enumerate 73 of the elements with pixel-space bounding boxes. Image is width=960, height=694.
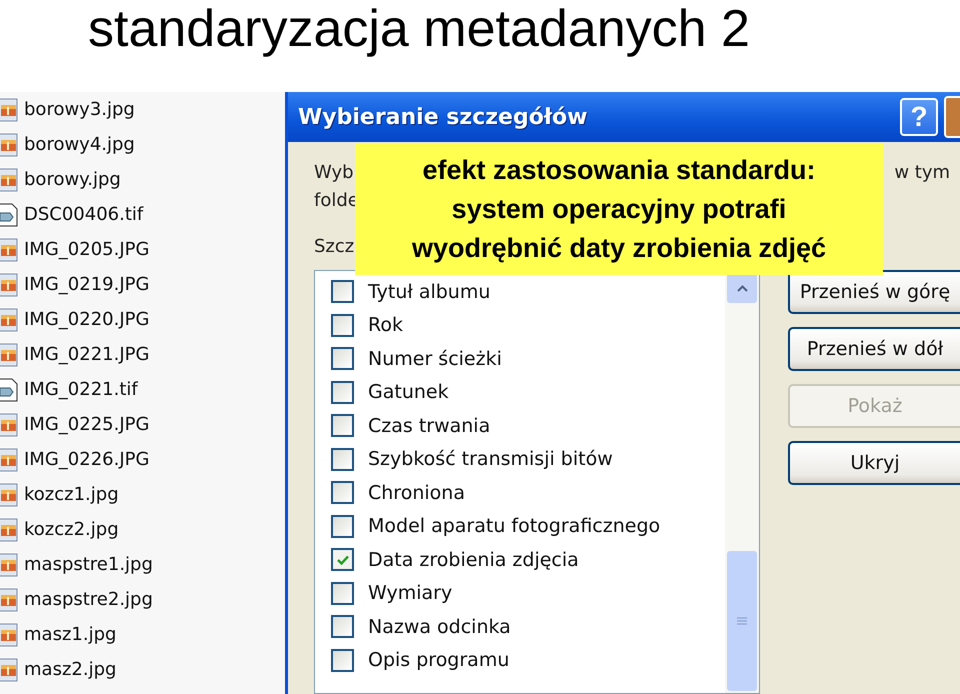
file-name[interactable]: IMG_0226.JPG bbox=[24, 449, 150, 470]
scroll-up-button[interactable] bbox=[727, 273, 757, 303]
file-name[interactable]: maspstre2.jpg bbox=[24, 589, 153, 610]
detail-label: Model aparatu fotograficznego bbox=[368, 515, 660, 538]
checkbox[interactable] bbox=[331, 615, 354, 638]
callout-text: efekt zastosowania standardu: bbox=[422, 154, 816, 186]
checkbox[interactable] bbox=[331, 582, 354, 605]
detail-label: Gatunek bbox=[368, 381, 449, 404]
picture-file-icon bbox=[0, 482, 20, 506]
checkbox[interactable] bbox=[331, 414, 354, 438]
detail-label: Wymiary bbox=[368, 582, 452, 604]
file-name[interactable]: maspstre1.jpg bbox=[24, 554, 153, 575]
picture-file-icon bbox=[0, 588, 20, 612]
detail-label: Rok bbox=[368, 314, 403, 336]
detail-label: Data zrobienia zdjęcia bbox=[368, 548, 579, 571]
checkbox[interactable] bbox=[331, 648, 354, 672]
file-name[interactable]: masz2.jpg bbox=[24, 659, 116, 680]
checkbox[interactable] bbox=[331, 548, 354, 572]
picture-file-icon bbox=[0, 448, 20, 472]
checkbox[interactable] bbox=[331, 314, 354, 337]
file-name[interactable]: kozcz1.jpg bbox=[24, 484, 119, 505]
window-title: Wybieranie szczegółów bbox=[298, 104, 588, 130]
detail-label: Chroniona bbox=[368, 482, 465, 504]
dialog-button[interactable]: Przenieś w górę bbox=[788, 270, 960, 314]
file-name[interactable]: IMG_0219.JPG bbox=[24, 274, 150, 295]
checkbox[interactable] bbox=[331, 347, 354, 370]
checkbox[interactable] bbox=[331, 380, 354, 404]
checkbox[interactable] bbox=[331, 481, 354, 504]
picture-file-icon bbox=[0, 168, 20, 192]
picture-file-icon bbox=[0, 98, 20, 122]
detail-label: Numer ścieżki bbox=[368, 348, 502, 370]
picture-file-icon bbox=[0, 272, 20, 296]
picture-file-icon bbox=[0, 342, 20, 366]
picture-file-icon bbox=[0, 658, 20, 682]
file-name[interactable]: IMG_0221.JPG bbox=[24, 344, 150, 365]
detail-label: Tytuł albumu bbox=[368, 280, 490, 303]
file-name[interactable]: masz1.jpg bbox=[24, 624, 116, 645]
file-name[interactable]: IMG_0205.JPG bbox=[24, 239, 150, 260]
file-name[interactable]: IMG_0225.JPG bbox=[24, 414, 150, 435]
dialog-button[interactable]: Przenieś w dół bbox=[788, 327, 960, 371]
grip-icon bbox=[737, 617, 747, 625]
picture-file-icon bbox=[0, 238, 20, 262]
file-name[interactable]: DSC00406.tif bbox=[24, 204, 144, 225]
file-name[interactable]: IMG_0220.JPG bbox=[24, 309, 150, 330]
callout-text: system operacyjny potrafi bbox=[452, 192, 786, 226]
dialog-button[interactable]: Ukryj bbox=[788, 441, 960, 485]
description-text: Wyb bbox=[314, 162, 354, 185]
picture-file-icon bbox=[0, 518, 20, 542]
detail-label: Nazwa odcinka bbox=[368, 616, 511, 638]
picture-file-icon bbox=[0, 132, 20, 156]
details-label: Szcz bbox=[314, 236, 354, 259]
picture-file-icon bbox=[0, 622, 20, 646]
chevron-up-icon bbox=[736, 284, 748, 292]
file-name[interactable]: borowy.jpg bbox=[24, 169, 121, 190]
picture-file-icon bbox=[0, 308, 20, 332]
detail-label: Szybkość transmisji bitów bbox=[368, 448, 613, 470]
file-name[interactable]: borowy3.jpg bbox=[24, 99, 135, 120]
file-name[interactable]: borowy4.jpg bbox=[24, 134, 135, 155]
checkbox[interactable] bbox=[331, 514, 354, 538]
slide-title: standaryzacja metadanych 2 bbox=[87, 0, 751, 60]
file-name[interactable]: IMG_0221.tif bbox=[24, 379, 138, 400]
checkbox[interactable] bbox=[331, 448, 354, 471]
detail-label: Opis programu bbox=[368, 649, 510, 672]
file-name[interactable]: kozcz2.jpg bbox=[24, 519, 119, 540]
callout-text: wyodrębnić daty zrobienia zdjęć bbox=[412, 232, 826, 265]
picture-file-icon bbox=[0, 412, 20, 436]
picture-file-icon bbox=[0, 552, 20, 576]
scroll-thumb[interactable] bbox=[727, 551, 757, 691]
close-button-edge[interactable] bbox=[944, 96, 960, 138]
checkbox[interactable] bbox=[331, 280, 354, 304]
description-text: w tym bbox=[894, 162, 950, 185]
detail-label: Czas trwania bbox=[368, 414, 490, 437]
checkmark-icon bbox=[336, 554, 348, 565]
